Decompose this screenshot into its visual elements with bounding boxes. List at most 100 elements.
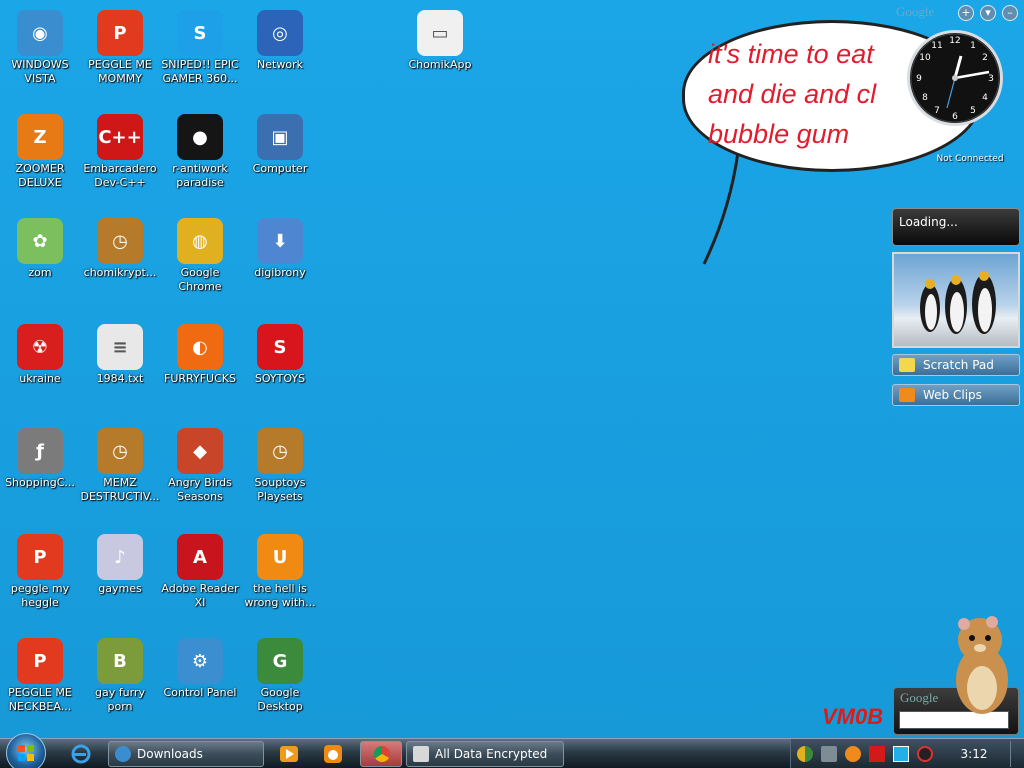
clock-file-icon: ◷ (97, 218, 143, 264)
desktop-icon-digibrony[interactable]: ⬇ digibrony (240, 214, 320, 280)
desktop-icon-peggle-me-mommy[interactable]: P PEGGLE ME MOMMY (80, 6, 160, 86)
watermark-text: VM0B (822, 704, 884, 729)
desktop-icon-the-hell-is-wrong-with[interactable]: Uthe hell is wrong with... (240, 530, 320, 610)
svg-text:10: 10 (919, 53, 931, 63)
downloads-app-icon (115, 746, 131, 762)
computer-icon: ▣ (257, 114, 303, 160)
desktop-icon-memz-destructiv[interactable]: ◷ MEMZ DESTRUCTIV... (80, 424, 160, 504)
desktop-icon-peggle-me-neckbea[interactable]: P PEGGLE ME NECKBEA... (0, 634, 80, 714)
network-globe-icon: ◎ (257, 10, 303, 56)
desktop-icon-google-desktop[interactable]: G Google Desktop (240, 634, 320, 714)
desktop-icon-furryfucks[interactable]: ◐ FURRYFUCKS (160, 320, 240, 386)
desktop-icon-label: SOYTOYS (254, 372, 306, 385)
google-logo: Google (896, 4, 935, 19)
desktop-icon-network[interactable]: ◎ Network (240, 6, 320, 72)
desktop-icon-control-panel[interactable]: ⚙ Control Panel (160, 634, 240, 700)
peggle-icon: P (97, 10, 143, 56)
internet-explorer-icon[interactable] (70, 743, 92, 765)
desktop-icon-label: Embarcadero Dev-C++ (83, 162, 157, 189)
svg-text:7: 7 (934, 106, 940, 116)
desktop-icon-ukraine[interactable]: ☢ ukraine (0, 320, 80, 386)
taskbar-chrome-button[interactable] (360, 741, 402, 767)
clock-gadget[interactable]: 12 12 345 678 91011 (905, 26, 1005, 130)
media-player-icon[interactable] (278, 743, 300, 765)
google-desktop-icon: G (257, 638, 303, 684)
slideshow-gadget[interactable] (892, 252, 1020, 348)
red-s-icon: S (257, 324, 303, 370)
peggle-icon: P (17, 638, 63, 684)
google-desktop-tray-icon[interactable] (797, 746, 813, 762)
volume-tray-icon[interactable] (917, 746, 933, 762)
desktop-icon-gaymes[interactable]: ♪ gaymes (80, 530, 160, 596)
desktop-icon-label: ShoppingC... (5, 476, 75, 489)
penguins-image (920, 271, 996, 334)
scratch-pad-label: Scratch Pad (923, 358, 994, 372)
svg-text:4: 4 (982, 93, 988, 103)
desktop-icon-gay-furry-porn[interactable]: Bgay furry porn (80, 634, 160, 714)
media-file-icon: ♪ (97, 534, 143, 580)
desktop-icon-shoppingc[interactable]: ƒ ShoppingC... (0, 424, 80, 490)
desktop-icon-label: Google Chrome (178, 266, 222, 293)
speech-bubble-text: it's time to eat and die and cl bubble g… (708, 39, 877, 149)
taskbar-all-data-encrypted[interactable]: All Data Encrypted (406, 741, 564, 767)
taskbar-clock[interactable]: 3:12 PM (952, 739, 996, 768)
desktop-icon-windows-vista[interactable]: ◉ WINDOWS VISTA (0, 6, 80, 86)
desktop-icon-label: SNIPED!! EPIC GAMER 360... (161, 58, 239, 85)
desktop-icon-zoomer-deluxe[interactable]: Z ZOOMER DELUXE (0, 110, 80, 190)
desktop-icon-peggle-my-heggle[interactable]: Ppeggle my heggle (0, 530, 80, 610)
uc-browser-taskbar-icon[interactable] (322, 743, 344, 765)
loading-gadget[interactable]: Loading... (892, 208, 1020, 246)
desktop-icon-computer[interactable]: ▣ Computer (240, 110, 320, 176)
desktop-icon-label: MEMZ DESTRUCTIV... (80, 476, 160, 503)
desktop-icon-google-chrome[interactable]: ◍ Google Chrome (160, 214, 240, 294)
chrome-icon: ◍ (177, 218, 223, 264)
start-button[interactable] (6, 733, 46, 768)
desktop-icon-label: r-antiwork paradise (172, 162, 228, 189)
desktop-icon-sniped-epic-gamer-360[interactable]: S SNIPED!! EPIC GAMER 360... (160, 6, 240, 86)
desktop-icon-label: PEGGLE ME MOMMY (88, 58, 152, 85)
desktop-icon-label: peggle my heggle (10, 582, 70, 609)
taskbar-downloads-label: Downloads (137, 747, 203, 761)
web-clips-label: Web Clips (923, 388, 982, 402)
desktop-icon-zom[interactable]: ✿ zom (0, 214, 80, 280)
desktop-icon-label: WINDOWS VISTA (11, 58, 69, 85)
desktop-icon-label: ukraine (19, 372, 61, 385)
desktop-icon-label: 1984.txt (96, 372, 144, 385)
windows-vista-orb-icon: ◉ (17, 10, 63, 56)
desktop-icon-r-antiwork-paradise[interactable]: ● r-antiwork paradise (160, 110, 240, 190)
dev-cpp-icon: C++ (97, 114, 143, 160)
display-tray-icon[interactable] (893, 746, 909, 762)
svg-text:9: 9 (916, 74, 922, 84)
svg-text:1: 1 (970, 41, 976, 51)
flag-tray-icon[interactable] (869, 746, 885, 762)
desktop-icon-label: Angry Birds Seasons (168, 476, 232, 503)
desktop-icon-angry-birds-seasons[interactable]: ◆ Angry Birds Seasons (160, 424, 240, 504)
desktop-icon-embarcadero-dev-c[interactable]: C++ Embarcadero Dev-C++ (80, 110, 160, 190)
desktop-icon-chomikrypt[interactable]: ◷ chomikrypt... (80, 214, 160, 280)
desktop-icon-adobe-reader-xi[interactable]: A Adobe Reader XI (160, 530, 240, 610)
show-desktop-button[interactable] (1010, 741, 1022, 767)
notepad-icon (899, 358, 915, 372)
desktop-icon-souptoys-playsets[interactable]: ◷ Souptoys Playsets (240, 424, 320, 504)
taskbar-downloads[interactable]: Downloads (108, 741, 264, 767)
sidebar-menu-button[interactable]: ▾ (980, 5, 996, 21)
peggle-icon: P (17, 534, 63, 580)
hamster-icon[interactable] (942, 610, 1020, 720)
desktop-icon-1984-txt[interactable]: ≡ 1984.txt (80, 320, 160, 386)
add-gadget-button[interactable]: + (958, 5, 974, 21)
zoomer-icon: Z (17, 114, 63, 160)
desktop-icon-label: digibrony (254, 266, 306, 279)
desktop: it's time to eat and die and cl bubble g… (0, 0, 1024, 738)
web-clips-button[interactable]: Web Clips (892, 384, 1020, 406)
uc-browser-icon: U (257, 534, 303, 580)
sidebar-minimize-button[interactable]: – (1002, 5, 1018, 21)
scratch-pad-button[interactable]: Scratch Pad (892, 354, 1020, 376)
desktop-icon-soytoys[interactable]: S SOYTOYS (240, 320, 320, 386)
desktop-icon-label: chomikrypt... (83, 266, 157, 279)
network-tray-icon[interactable] (821, 746, 837, 762)
search-tray-icon[interactable] (845, 746, 861, 762)
rss-icon (899, 388, 915, 402)
desktop-icon-chomikapp[interactable]: ▭ ChomikApp (400, 6, 480, 72)
desktop-icon-label: the hell is wrong with... (244, 582, 316, 609)
chrome-taskbar-icon (374, 746, 390, 762)
